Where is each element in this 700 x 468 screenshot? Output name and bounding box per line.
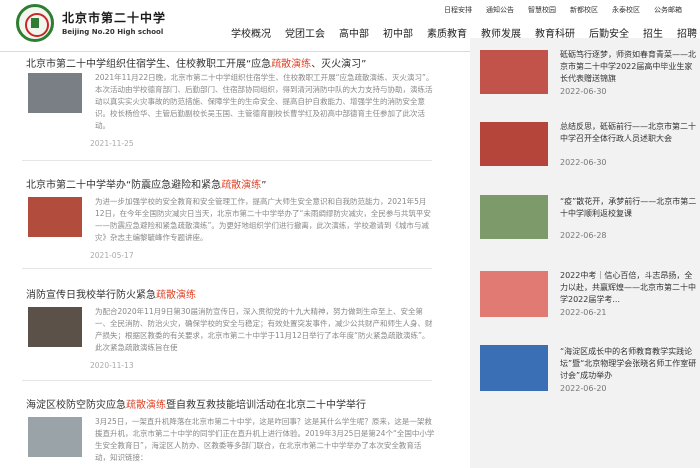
news-thumbnail[interactable]: [480, 122, 548, 166]
news-title[interactable]: “疫”散花开，承梦前行——北京市第二十中学顺利返校复课: [560, 196, 700, 220]
news-sidebar: 砥砺笃行逐梦，师资如春育青菜——北京市第二十中学2022届高中毕业生家长代表赠送…: [470, 38, 700, 468]
article-title[interactable]: 北京市第二十中学组织住宿学生、住校教职工开展“应急疏散演练、灭火演习”: [26, 55, 366, 70]
nav-item-overview[interactable]: 学校概况: [224, 25, 278, 40]
news-date: 2022-06-30: [560, 87, 607, 96]
article-date: 2021-05-17: [90, 251, 134, 260]
divider: [22, 268, 432, 269]
news-thumbnail[interactable]: [480, 271, 548, 317]
article-date: 2020-11-13: [90, 361, 134, 370]
divider: [22, 380, 432, 381]
article-summary: 2021年11月22日晚，北京市第二十中学组织住宿学生、住校教职工开展“应急疏散…: [95, 73, 434, 130]
nav-item-party[interactable]: 党团工会: [278, 25, 332, 40]
article-title[interactable]: 消防宣传日我校举行防火紧急疏散演练: [26, 286, 196, 301]
news-title[interactable]: 砥砺笃行逐梦，师资如春育青菜——北京市第二十中学2022届高中毕业生家长代表赠送…: [560, 49, 700, 85]
news-date: 2022-06-20: [560, 384, 607, 393]
sidebar-news-item[interactable]: “海淀区成长中的名师教育教学实践论坛”暨“北京物理学会张晓名师工作室研讨会”成功…: [478, 343, 700, 423]
article-title[interactable]: 北京市第二十中学举办“防震应急避险和紧急疏散演练”: [26, 176, 266, 191]
article-thumbnail[interactable]: [28, 307, 82, 347]
news-title[interactable]: 总结反思，砥砺前行——北京市第二十中学召开全体行政人员述职大会: [560, 121, 700, 147]
article-item: 海淀区校防空防灾应急疏散演练暨自救互救技能培训活动在北京二十中学举行 3月25日…: [22, 396, 440, 468]
news-date: 2022-06-28: [560, 231, 607, 240]
top-link-smart-campus[interactable]: 智慧校园: [528, 5, 556, 15]
top-link-notices[interactable]: 通知公告: [486, 5, 514, 15]
school-logo-icon[interactable]: [16, 4, 54, 42]
divider: [22, 160, 432, 161]
sidebar-news-item[interactable]: 2022中考｜信心百倍，斗志昂扬，全力以赴，共赢辉煌——北京市第二十中学2022…: [478, 267, 700, 347]
sidebar-news-item[interactable]: 总结反思，砥砺前行——北京市第二十中学召开全体行政人员述职大会 2022-06-…: [478, 118, 700, 194]
article-title[interactable]: 海淀区校防空防灾应急疏散演练暨自救互救技能培训活动在北京二十中学举行: [26, 396, 366, 411]
article-item: 北京市第二十中学组织住宿学生、住校教职工开展“应急疏散演练、灭火演习” 2021…: [22, 52, 440, 170]
news-thumbnail[interactable]: [480, 50, 548, 94]
news-date: 2022-06-21: [560, 308, 607, 317]
nav-item-quality-education[interactable]: 素质教育: [420, 25, 474, 40]
school-name[interactable]: 北京市第二十中学: [62, 9, 166, 26]
article-summary: 为进一步加强学校的安全教育和安全管理工作，提高广大师生安全意识和自我防范能力，2…: [95, 197, 431, 242]
top-links: 日程安排 通知公告 智慧校园 新都校区 永泰校区 公务邮箱: [444, 5, 682, 15]
nav-item-junior-high[interactable]: 初中部: [376, 25, 420, 40]
article-summary: 为配合2020年11月9日第30届消防宣传日，深入贯彻党的十九大精神，努力做到生…: [95, 307, 433, 352]
article-thumbnail[interactable]: [28, 73, 82, 113]
top-link-xindu-campus[interactable]: 新都校区: [570, 5, 598, 15]
article-date: 2021-11-25: [90, 139, 134, 148]
news-title[interactable]: “海淀区成长中的名师教育教学实践论坛”暨“北京物理学会张晓名师工作室研讨会”成功…: [560, 346, 700, 382]
sidebar-news-item[interactable]: “疫”散花开，承梦前行——北京市第二十中学顺利返校复课 2022-06-28: [478, 193, 700, 269]
sidebar-news-item[interactable]: 砥砺笃行逐梦，师资如春育青菜——北京市第二十中学2022届高中毕业生家长代表赠送…: [478, 46, 700, 118]
news-thumbnail[interactable]: [480, 345, 548, 391]
top-link-schedule[interactable]: 日程安排: [444, 5, 472, 15]
school-name-english: Beijing No.20 High school: [62, 28, 164, 36]
nav-item-high-school[interactable]: 高中部: [332, 25, 376, 40]
article-summary: 3月25日，一架直升机降落在北京市第二十中学，这是咋回事？这是其什么学生呢？原来…: [95, 417, 435, 462]
top-link-mail[interactable]: 公务邮箱: [654, 5, 682, 15]
news-thumbnail[interactable]: [480, 195, 548, 239]
news-title[interactable]: 2022中考｜信心百倍，斗志昂扬，全力以赴，共赢辉煌——北京市第二十中学2022…: [560, 270, 700, 306]
news-date: 2022-06-30: [560, 158, 607, 167]
top-link-yongtai-campus[interactable]: 永泰校区: [612, 5, 640, 15]
article-thumbnail[interactable]: [28, 197, 82, 237]
article-item: 消防宣传日我校举行防火紧急疏散演练 为配合2020年11月9日第30届消防宣传日…: [22, 286, 440, 396]
article-item: 北京市第二十中学举办“防震应急避险和紧急疏散演练” 为进一步加强学校的安全教育和…: [22, 176, 440, 286]
article-thumbnail[interactable]: [28, 417, 82, 457]
